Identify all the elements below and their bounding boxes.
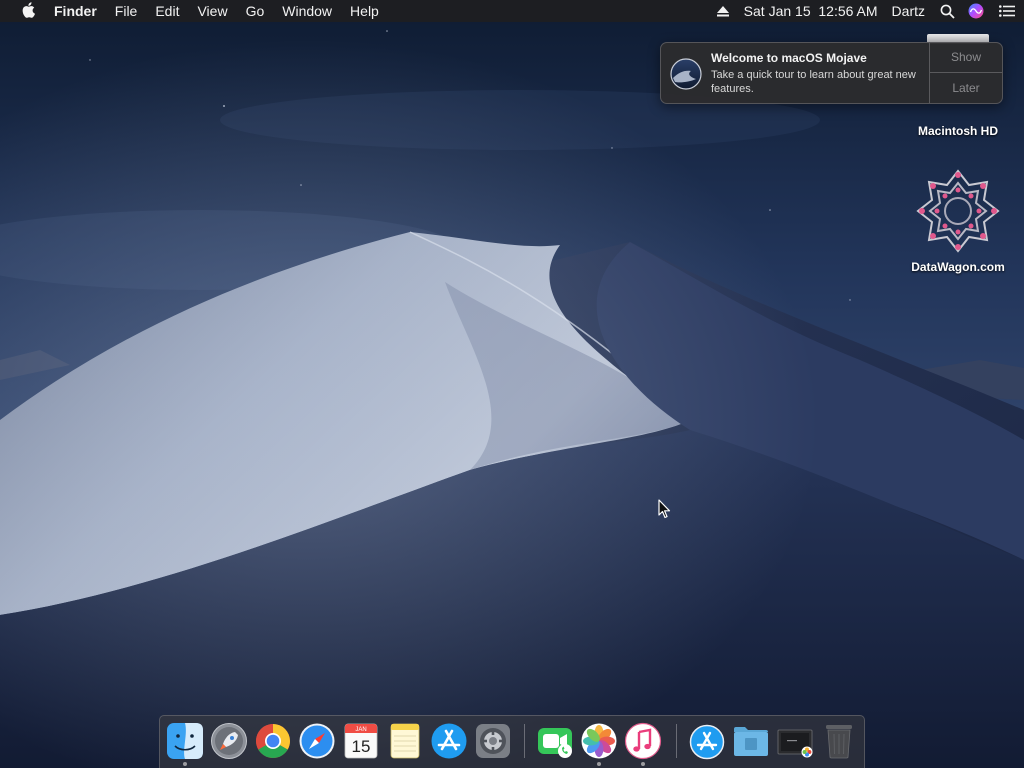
desktop-icon-datawagon[interactable]: DataWagon.com: [898, 168, 1018, 274]
notification-actions: Show Later: [929, 43, 1002, 103]
dock-item-documents[interactable]: [732, 722, 770, 760]
dock-item-notes[interactable]: [386, 722, 424, 760]
finder-icon: [167, 723, 203, 759]
notification-title: Welcome to macOS Mojave: [711, 51, 867, 65]
desktop-wallpaper[interactable]: [0, 0, 1024, 768]
eject-icon[interactable]: [709, 5, 737, 17]
itunes-icon: [624, 722, 662, 760]
dock-item-photos[interactable]: [580, 722, 618, 760]
notes-icon: [390, 723, 420, 759]
menu-file[interactable]: File: [106, 0, 147, 22]
dock-item-app-store[interactable]: [430, 722, 468, 760]
dock-item-applications[interactable]: [688, 722, 726, 760]
datawagon-logo-icon: [916, 169, 1000, 253]
menu-bar-status: Sat Jan 15 12:56 AM Dartz: [709, 0, 1024, 22]
calendar-day-label: 15: [352, 737, 371, 756]
siri-icon[interactable]: [962, 3, 990, 19]
show-button[interactable]: Show: [930, 43, 1002, 73]
search-icon[interactable]: [932, 4, 962, 19]
menu-go[interactable]: Go: [237, 0, 274, 22]
mouse-pointer-icon: [658, 499, 671, 519]
running-indicator: [597, 762, 601, 766]
menu-clock[interactable]: Sat Jan 15 12:56 AM: [737, 0, 885, 22]
app-store-icon: [431, 723, 467, 759]
mojave-dune-wallpaper: [0, 0, 1024, 768]
dock-item-itunes[interactable]: [624, 722, 662, 760]
desktop-icon-label: DataWagon.com: [911, 260, 1005, 274]
later-button[interactable]: Later: [930, 73, 1002, 103]
dock-item-system-preferences[interactable]: [474, 722, 512, 760]
running-indicator: [641, 762, 645, 766]
menu-bar: Finder File Edit View Go Window Help Sat…: [0, 0, 1024, 22]
menu-edit[interactable]: Edit: [146, 0, 188, 22]
dock-separator: [524, 724, 525, 758]
photos-icon: [581, 723, 617, 759]
system-preferences-icon: [476, 724, 510, 758]
notification-body: Take a quick tour to learn about great n…: [711, 69, 916, 95]
launchpad-icon: [211, 723, 247, 759]
menu-view[interactable]: View: [188, 0, 236, 22]
dock-item-recent-items[interactable]: [776, 722, 814, 760]
dock-item-safari[interactable]: [298, 722, 336, 760]
dock-item-launchpad[interactable]: [210, 722, 248, 760]
apple-logo-icon[interactable]: [21, 2, 35, 18]
calendar-icon: JAN 15: [344, 723, 378, 759]
notification-banner[interactable]: Welcome to macOS Mojave Take a quick tou…: [660, 42, 1003, 104]
recent-items-stack-icon: [777, 729, 813, 758]
trash-icon: [826, 725, 852, 759]
safari-icon: [299, 723, 335, 759]
menu-app-name[interactable]: Finder: [54, 0, 106, 22]
dock: JAN 15: [159, 715, 865, 768]
desktop-icon-label: Macintosh HD: [917, 124, 998, 138]
dock-item-trash[interactable]: [820, 722, 858, 760]
facetime-icon: [538, 728, 572, 758]
menu-help[interactable]: Help: [341, 0, 388, 22]
dock-item-calendar[interactable]: JAN 15: [342, 722, 380, 760]
list-icon[interactable]: [990, 5, 1024, 17]
menu-user[interactable]: Dartz: [885, 0, 932, 22]
applications-folder-icon: [689, 724, 725, 760]
dock-separator: [676, 724, 677, 758]
chrome-icon: [256, 724, 290, 758]
calendar-month-label: JAN: [355, 727, 366, 733]
menu-bar-left: Finder File Edit View Go Window Help: [0, 0, 388, 22]
dock-item-finder[interactable]: [166, 722, 204, 760]
mojave-icon: [670, 58, 702, 90]
dock-item-facetime[interactable]: [536, 722, 574, 760]
running-indicator: [183, 762, 187, 766]
documents-folder-icon: [734, 727, 768, 756]
menu-window[interactable]: Window: [273, 0, 341, 22]
dock-item-chrome[interactable]: [254, 722, 292, 760]
